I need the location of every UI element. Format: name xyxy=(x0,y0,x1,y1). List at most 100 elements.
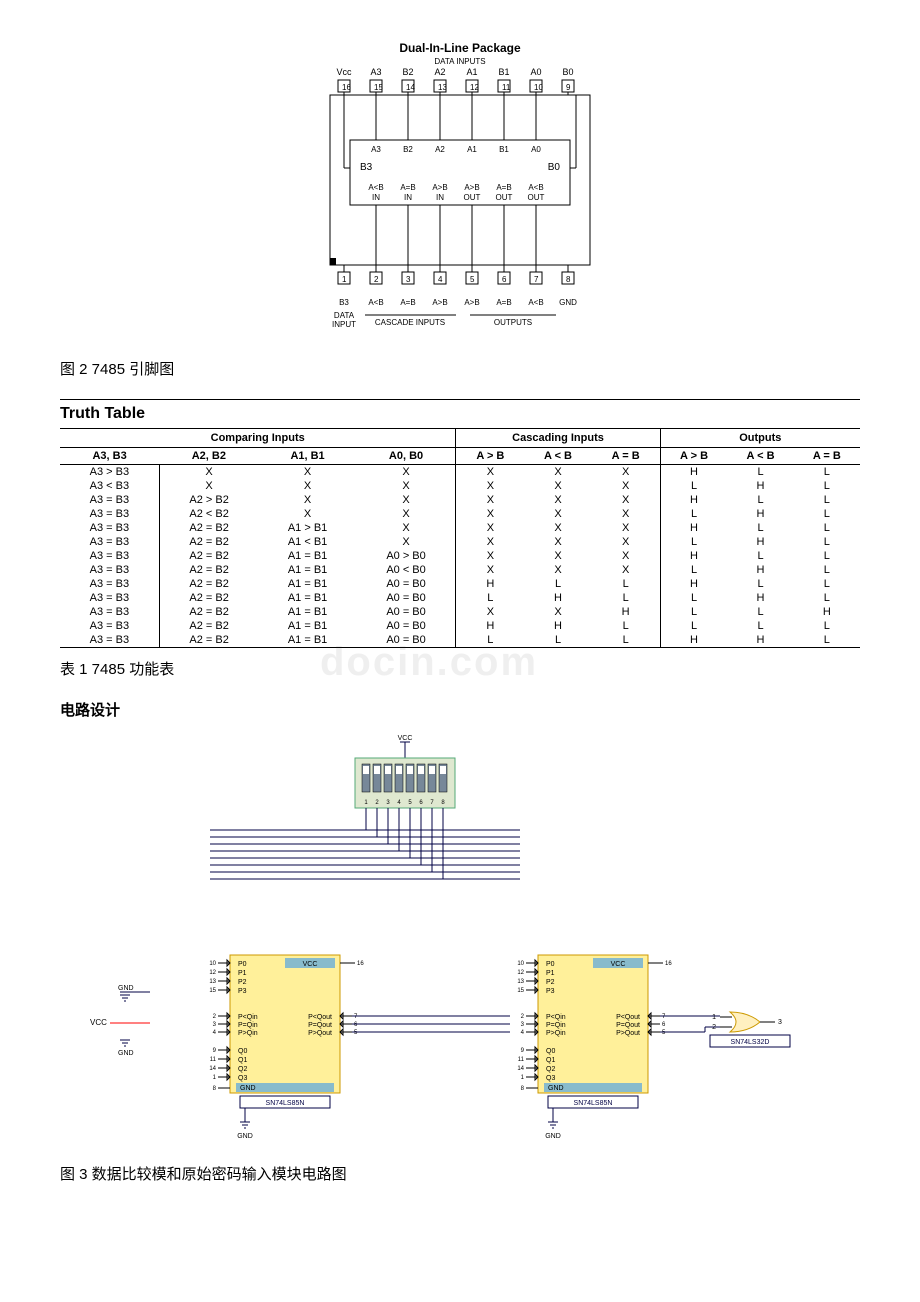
svg-text:B2: B2 xyxy=(403,145,413,154)
svg-text:13: 13 xyxy=(517,979,524,985)
svg-text:5: 5 xyxy=(354,1030,358,1036)
svg-text:6: 6 xyxy=(662,1022,666,1028)
svg-text:VCC: VCC xyxy=(611,961,626,968)
svg-text:GND: GND xyxy=(559,298,577,307)
svg-text:4: 4 xyxy=(438,275,443,284)
svg-text:B1: B1 xyxy=(498,67,509,77)
svg-text:P>Qout: P>Qout xyxy=(308,1030,332,1037)
svg-text:P2: P2 xyxy=(546,979,555,986)
svg-text:Q2: Q2 xyxy=(238,1066,247,1073)
svg-text:A>B: A>B xyxy=(432,298,447,307)
svg-text:Q1: Q1 xyxy=(238,1057,247,1064)
svg-text:1: 1 xyxy=(712,1014,716,1021)
svg-text:SN74LS32D: SN74LS32D xyxy=(731,1039,770,1046)
svg-text:A1: A1 xyxy=(466,67,477,77)
svg-text:A<B: A<B xyxy=(368,183,383,192)
svg-text:P=Qin: P=Qin xyxy=(238,1022,258,1029)
svg-text:7: 7 xyxy=(662,1014,666,1020)
svg-text:Q0: Q0 xyxy=(546,1048,555,1055)
svg-text:B0: B0 xyxy=(548,162,561,173)
svg-text:OUT: OUT xyxy=(464,193,481,202)
svg-text:9: 9 xyxy=(566,83,571,92)
svg-text:P=Qout: P=Qout xyxy=(308,1022,332,1029)
svg-text:OUT: OUT xyxy=(496,193,513,202)
svg-text:Vcc: Vcc xyxy=(336,67,352,77)
svg-text:8: 8 xyxy=(521,1086,525,1092)
svg-text:P<Qout: P<Qout xyxy=(308,1014,332,1021)
svg-text:INPUT: INPUT xyxy=(332,320,356,329)
svg-text:8: 8 xyxy=(566,275,571,284)
svg-text:P>Qin: P>Qin xyxy=(238,1030,258,1037)
svg-text:GND: GND xyxy=(118,985,134,992)
svg-text:P0: P0 xyxy=(546,961,555,968)
svg-text:Q3: Q3 xyxy=(546,1075,555,1082)
svg-text:VCC: VCC xyxy=(398,735,413,742)
svg-text:15: 15 xyxy=(209,988,216,994)
svg-text:Q0: Q0 xyxy=(238,1048,247,1055)
svg-text:Dual-In-Line Package: Dual-In-Line Package xyxy=(399,41,521,55)
svg-text:11: 11 xyxy=(210,1057,217,1063)
svg-text:3: 3 xyxy=(778,1019,782,1026)
truth-table-title: Truth Table xyxy=(60,399,860,423)
svg-text:4: 4 xyxy=(213,1030,217,1036)
svg-text:16: 16 xyxy=(357,961,364,967)
svg-text:1: 1 xyxy=(213,1075,217,1081)
svg-text:GND: GND xyxy=(237,1133,253,1140)
svg-text:B3: B3 xyxy=(339,298,349,307)
svg-text:P<Qin: P<Qin xyxy=(546,1014,566,1021)
svg-text:9: 9 xyxy=(213,1048,217,1054)
svg-text:P3: P3 xyxy=(238,988,247,995)
svg-text:14: 14 xyxy=(209,1066,216,1072)
svg-text:SN74LS85N: SN74LS85N xyxy=(266,1100,305,1107)
svg-text:2: 2 xyxy=(213,1014,217,1020)
svg-text:B0: B0 xyxy=(562,67,573,77)
svg-text:GND: GND xyxy=(548,1085,564,1092)
svg-text:12: 12 xyxy=(209,970,216,976)
svg-text:A3: A3 xyxy=(371,145,381,154)
svg-text:3: 3 xyxy=(406,275,411,284)
svg-text:A>B: A>B xyxy=(464,183,479,192)
svg-text:A>B: A>B xyxy=(432,183,447,192)
svg-text:CASCADE INPUTS: CASCADE INPUTS xyxy=(375,318,445,327)
svg-text:B3: B3 xyxy=(360,162,373,173)
svg-text:P3: P3 xyxy=(546,988,555,995)
svg-text:4: 4 xyxy=(521,1030,525,1036)
svg-text:2: 2 xyxy=(374,275,379,284)
svg-text:B2: B2 xyxy=(402,67,413,77)
svg-text:A0: A0 xyxy=(531,145,541,154)
svg-text:A<B: A<B xyxy=(528,183,543,192)
svg-text:A2: A2 xyxy=(434,67,445,77)
figure-2-caption: 图 2 7485 引脚图 xyxy=(60,358,860,379)
svg-text:2: 2 xyxy=(521,1014,525,1020)
svg-text:P0: P0 xyxy=(238,961,247,968)
svg-text:3: 3 xyxy=(213,1022,217,1028)
svg-text:Q2: Q2 xyxy=(546,1066,555,1073)
svg-text:SN74LS85N: SN74LS85N xyxy=(574,1100,613,1107)
svg-text:A=B: A=B xyxy=(400,183,415,192)
svg-text:16: 16 xyxy=(665,961,672,967)
svg-text:A=B: A=B xyxy=(496,298,511,307)
section-heading-circuit-design: 电路设计 xyxy=(60,699,860,720)
svg-text:OUTPUTS: OUTPUTS xyxy=(494,318,532,327)
svg-text:Q1: Q1 xyxy=(546,1057,555,1064)
svg-text:IN: IN xyxy=(372,193,380,202)
svg-text:P1: P1 xyxy=(238,970,247,977)
svg-text:15: 15 xyxy=(517,988,524,994)
svg-text:10: 10 xyxy=(517,961,524,967)
svg-text:A2: A2 xyxy=(435,145,445,154)
svg-text:P=Qout: P=Qout xyxy=(616,1022,640,1029)
svg-text:6: 6 xyxy=(354,1022,358,1028)
svg-text:P=Qin: P=Qin xyxy=(546,1022,566,1029)
figure-3-caption: 图 3 数据比较模和原始密码输入模块电路图 xyxy=(60,1163,860,1184)
svg-text:11: 11 xyxy=(518,1057,525,1063)
svg-text:P<Qout: P<Qout xyxy=(616,1014,640,1021)
svg-text:P>Qout: P>Qout xyxy=(616,1030,640,1037)
svg-text:9: 9 xyxy=(521,1048,525,1054)
svg-text:Q3: Q3 xyxy=(238,1075,247,1082)
svg-text:GND: GND xyxy=(545,1133,561,1140)
svg-text:P>Qin: P>Qin xyxy=(546,1030,566,1037)
svg-text:P<Qin: P<Qin xyxy=(238,1014,258,1021)
svg-text:A<B: A<B xyxy=(528,298,543,307)
svg-text:A>B: A>B xyxy=(464,298,479,307)
svg-text:VCC: VCC xyxy=(303,961,318,968)
